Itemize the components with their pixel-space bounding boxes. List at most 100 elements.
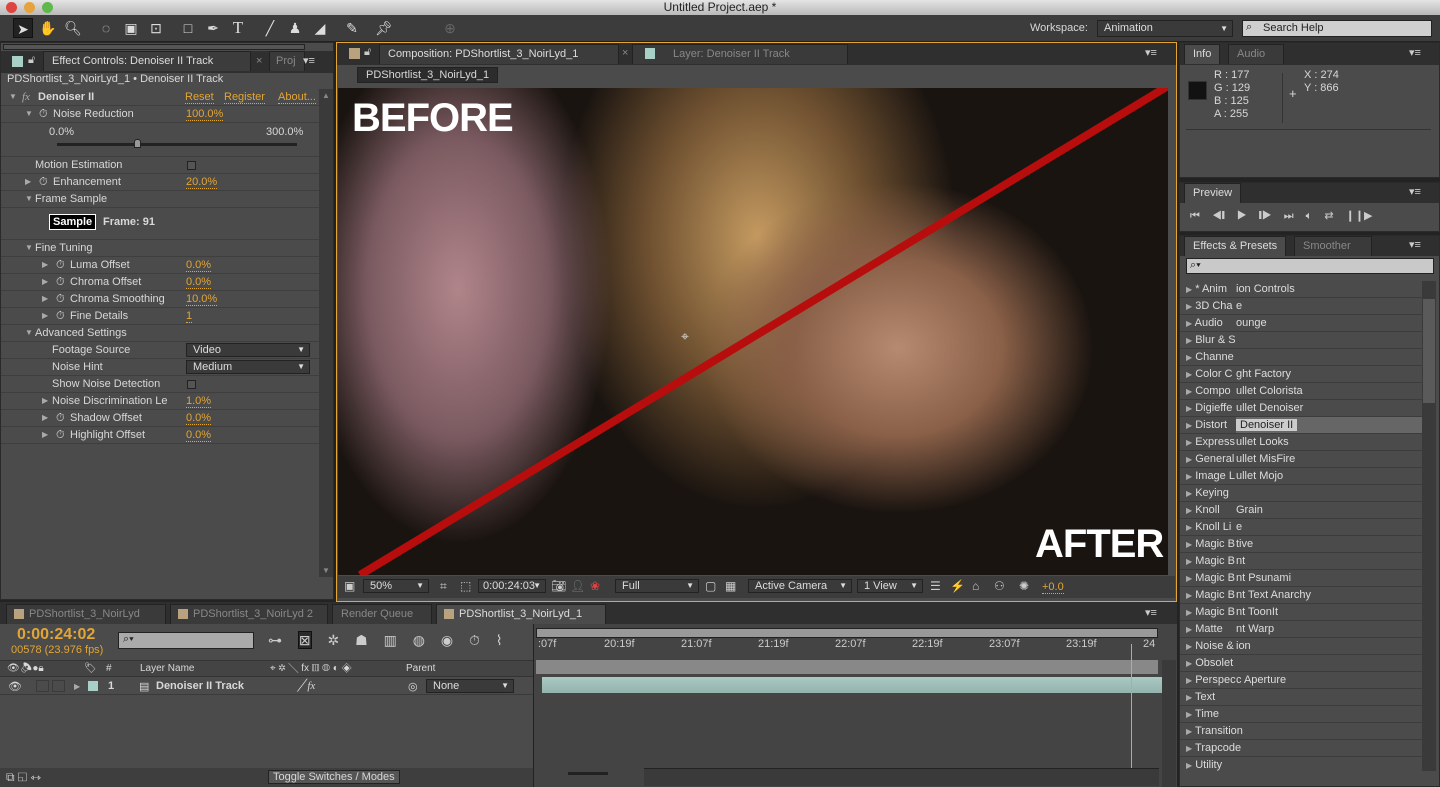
stopwatch-icon[interactable]: ⏱︎ xyxy=(56,291,65,307)
timeline-icon[interactable]: ⌂ xyxy=(972,579,979,593)
rectangle-tool-icon[interactable]: □ xyxy=(178,18,198,38)
effect-category[interactable]: ▶ Blur & S xyxy=(1180,332,1422,349)
search-help-input[interactable]: Search Help xyxy=(1242,20,1432,37)
effect-item[interactable]: nt Text Anarchy xyxy=(1236,587,1422,603)
stopwatch-icon[interactable]: ⏱︎ xyxy=(39,174,48,190)
brainstorm-icon[interactable]: ◉ xyxy=(441,632,453,648)
current-time[interactable]: 0:00:24:02 xyxy=(17,626,95,644)
last-frame-icon[interactable]: ⏭ xyxy=(1284,210,1294,222)
region-of-interest-icon[interactable]: ▢ xyxy=(705,579,716,593)
expand-triangle[interactable]: ▶ xyxy=(1186,710,1192,719)
effect-item[interactable]: Denoiser II xyxy=(1236,417,1422,433)
expand-triangle[interactable]: ▶ xyxy=(42,427,48,443)
first-frame-icon[interactable]: ⏮ xyxy=(1190,210,1200,222)
anchor-point-crosshair-icon[interactable]: ⌖ xyxy=(681,328,689,345)
composition-mini-flowchart-icon[interactable]: ⊶ xyxy=(268,632,282,648)
effect-item[interactable]: ullet Denoiser xyxy=(1236,400,1422,416)
effects-search-input[interactable]: ⌕▾ xyxy=(1186,258,1434,274)
noise-hint-dropdown[interactable]: Medium xyxy=(186,360,310,374)
stopwatch-icon[interactable]: ⏱︎ xyxy=(56,308,65,324)
effect-item[interactable]: ullet MisFire xyxy=(1236,451,1422,467)
rotate-tool-icon[interactable]: ◌ xyxy=(96,18,116,38)
expand-triangle[interactable]: ▶ xyxy=(1186,421,1192,430)
panel-menu-icon[interactable]: ▾≡ xyxy=(1409,185,1421,198)
expand-triangle[interactable]: ▶ xyxy=(1186,353,1192,362)
expand-triangle[interactable]: ▶ xyxy=(1186,625,1192,634)
expand-triangle[interactable]: ▶ xyxy=(1186,744,1192,753)
expand-triangle[interactable]: ▶ xyxy=(1186,540,1192,549)
close-window-button[interactable] xyxy=(6,2,17,13)
expand-triangle[interactable]: ▶ xyxy=(42,410,48,426)
label-color[interactable] xyxy=(88,681,98,691)
hand-tool-icon[interactable]: ✋ xyxy=(38,18,58,38)
timeline-tab[interactable]: Render Queue xyxy=(332,604,432,624)
effect-item[interactable]: e xyxy=(1236,519,1422,535)
tab-audio[interactable]: Audio xyxy=(1228,44,1284,64)
expand-triangle[interactable]: ▶ xyxy=(1186,557,1192,566)
expand-triangle[interactable]: ▶ xyxy=(1186,761,1192,770)
snapshot-icon[interactable]: 📷︎ xyxy=(551,579,566,593)
roto-brush-tool-icon[interactable]: ✎ xyxy=(342,18,362,38)
lock-icon[interactable]: 🔓︎ xyxy=(28,54,35,67)
vertical-scrollbar[interactable]: ▲ ▼ xyxy=(319,89,333,577)
mask-visibility-icon[interactable]: ⬚ xyxy=(460,579,471,593)
enhancement-value[interactable]: 20.0% xyxy=(186,176,218,189)
effect-item[interactable]: e xyxy=(1236,298,1422,314)
collapse-triangle[interactable]: ▼ xyxy=(25,240,33,256)
toggle-switches-modes-button[interactable]: Toggle Switches / Modes xyxy=(268,770,400,784)
expand-triangle[interactable]: ▶ xyxy=(1186,591,1192,600)
tab-effect-controls[interactable]: Effect Controls: Denoiser II Track xyxy=(43,51,251,71)
stopwatch-icon[interactable]: ⏱︎ xyxy=(56,410,65,426)
expand-triangle[interactable]: ▶ xyxy=(42,291,48,307)
panel-resize-bar[interactable] xyxy=(3,44,305,50)
expand-layer-switches-icon[interactable]: ⧉ ◱ ⇿ xyxy=(6,770,41,785)
column-layer-name[interactable]: Layer Name xyxy=(140,663,194,674)
visibility-eye-icon[interactable]: 👁︎ xyxy=(8,680,22,693)
tab-info[interactable]: Info xyxy=(1184,44,1221,64)
effect-item[interactable]: ullet Colorista xyxy=(1236,383,1422,399)
clone-stamp-tool-icon[interactable]: ♟ xyxy=(285,18,305,38)
current-time-indicator[interactable] xyxy=(1131,644,1132,768)
hide-shy-layers-icon[interactable]: ☗ xyxy=(355,632,368,648)
sample-button[interactable]: Sample xyxy=(49,214,97,230)
fast-previews-icon[interactable]: ⚡ xyxy=(950,579,965,593)
layer-duration-bar[interactable] xyxy=(542,677,1162,693)
title-action-safe-icon[interactable]: ⌗ xyxy=(440,579,447,594)
expand-triangle[interactable]: ▶ xyxy=(1186,642,1192,651)
panel-menu-icon[interactable]: ▾≡ xyxy=(1409,238,1421,251)
effects-scrollbar[interactable] xyxy=(1422,281,1436,771)
collapse-triangle[interactable]: ▼ xyxy=(25,325,33,341)
tab-layer[interactable]: Layer: Denoiser II Track xyxy=(632,44,848,64)
property-value[interactable]: 0.0% xyxy=(186,259,212,272)
expand-triangle[interactable]: ▶ xyxy=(1186,676,1192,685)
expand-triangle[interactable]: ▶ xyxy=(1186,574,1192,583)
tab-effects-presets[interactable]: Effects & Presets xyxy=(1184,236,1287,256)
audio-icon[interactable]: 🔈︎ xyxy=(1306,210,1313,222)
expand-triangle[interactable]: ▶ xyxy=(1186,319,1192,328)
property-value[interactable]: 0.0% xyxy=(186,276,212,289)
effect-item[interactable]: nt Warp xyxy=(1236,621,1422,637)
effect-item[interactable]: ght Factory xyxy=(1236,366,1422,382)
collapse-triangle[interactable]: ▼ xyxy=(25,191,33,207)
exposure-value[interactable]: +0.0 xyxy=(1042,581,1064,594)
expand-triangle[interactable]: ▶ xyxy=(1186,370,1192,379)
puppet-pin-tool-icon[interactable]: 📌︎ xyxy=(374,18,394,38)
expand-triangle[interactable]: ▶ xyxy=(42,274,48,290)
expand-triangle[interactable]: ▶ xyxy=(25,174,31,190)
exposure-reset-icon[interactable]: ✺ xyxy=(1019,579,1029,593)
magnification-dropdown[interactable]: 50% xyxy=(363,579,429,593)
effect-item[interactable]: nt ToonIt xyxy=(1236,604,1422,620)
channel-icon[interactable]: ❀ xyxy=(590,579,600,593)
effect-category[interactable]: ▶ Trapcode xyxy=(1180,740,1422,757)
panel-menu-icon[interactable]: ▾≡ xyxy=(303,54,315,67)
effect-category[interactable]: ▶ Time xyxy=(1180,706,1422,723)
expand-triangle[interactable]: ▶ xyxy=(1186,506,1192,515)
comp-navigator-tab[interactable]: PDShortlist_3_NoirLyd_1 xyxy=(357,67,499,83)
next-frame-icon[interactable]: ❙▶ xyxy=(1259,210,1272,222)
property-value[interactable]: 1.0% xyxy=(186,395,212,408)
current-time-display[interactable]: 0:00:24:03 xyxy=(478,579,546,593)
parent-dropdown[interactable]: None xyxy=(426,679,514,693)
effect-item[interactable]: c Aperture xyxy=(1236,672,1422,688)
motion-estimation-checkbox[interactable] xyxy=(187,161,196,170)
selection-tool-icon[interactable]: ➤ xyxy=(13,18,33,38)
